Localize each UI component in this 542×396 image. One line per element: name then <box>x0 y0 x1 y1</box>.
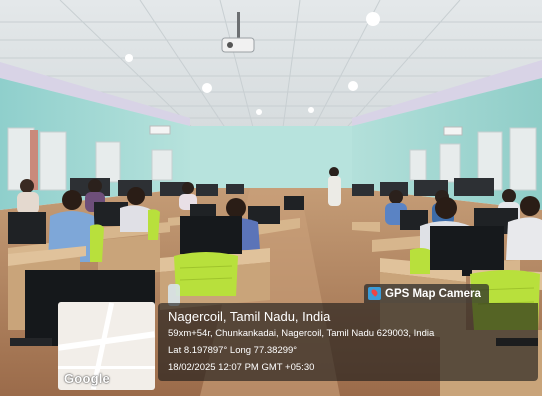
location-map-thumbnail: Google <box>58 302 155 390</box>
gps-coordinates: Lat 8.197897° Long 77.38299° <box>168 345 298 356</box>
capture-timestamp: 18/02/2025 12:07 PM GMT +05:30 <box>168 362 315 373</box>
gps-map-camera-label: GPS Map Camera <box>385 287 481 300</box>
gps-map-camera-badge: GPS Map Camera <box>364 284 489 303</box>
google-logo: Google <box>64 371 110 386</box>
location-stamp: Nagercoil, Tamil Nadu, India 59xm+54r, C… <box>158 303 538 381</box>
gps-map-camera-icon <box>368 287 381 300</box>
street-address: 59xm+54r, Chunkankadai, Nagercoil, Tamil… <box>168 328 435 339</box>
place-name: Nagercoil, Tamil Nadu, India <box>168 309 331 324</box>
